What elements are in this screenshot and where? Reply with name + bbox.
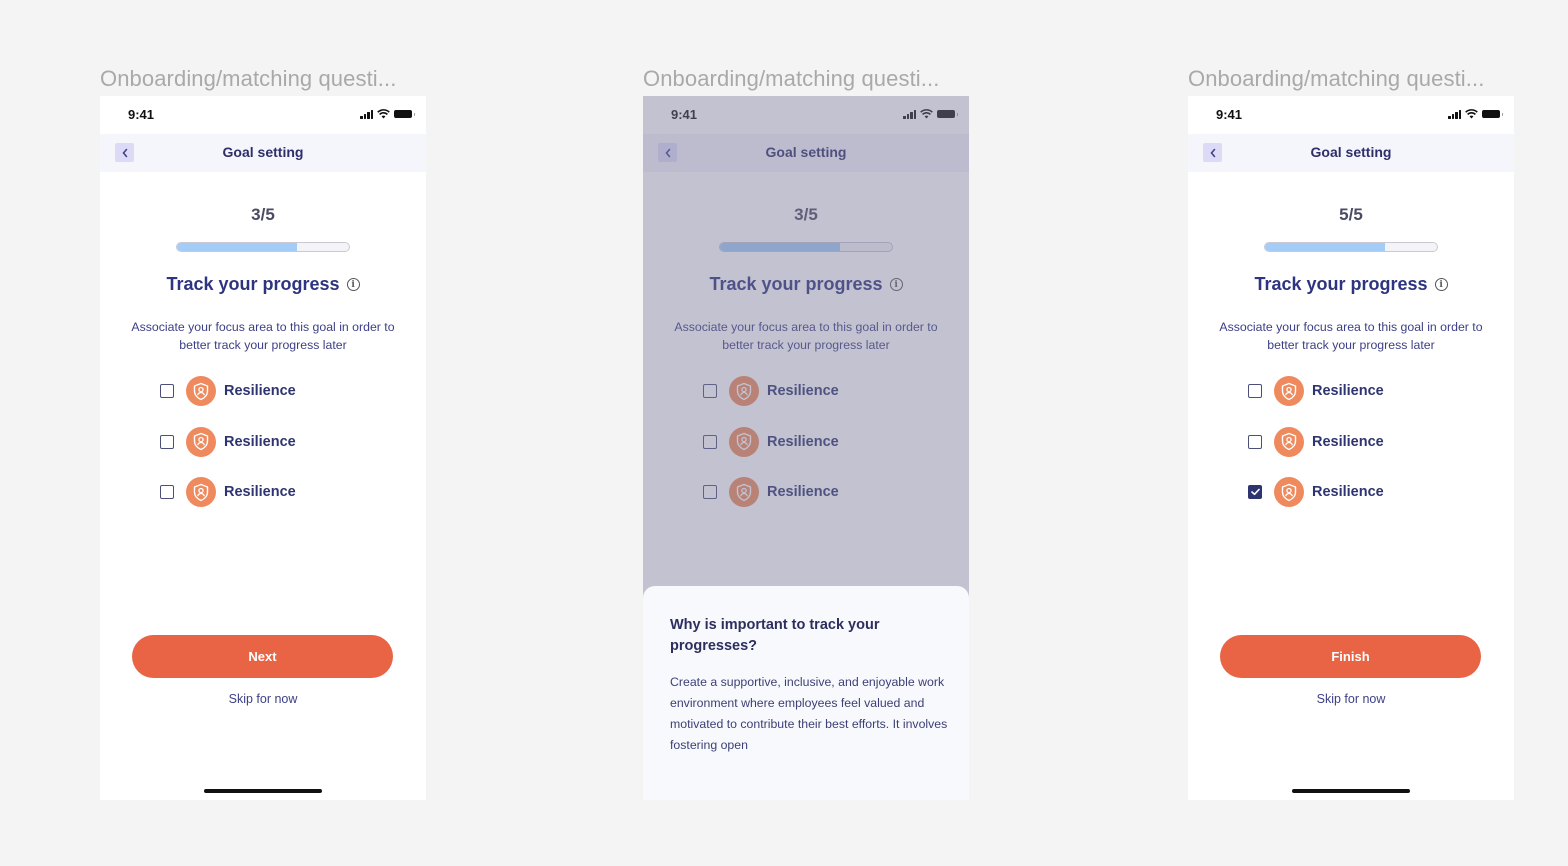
nav-bar: Goal setting <box>1188 134 1514 172</box>
shield-user-icon <box>1274 477 1304 507</box>
heading-text: Track your progress <box>1254 274 1428 294</box>
battery-icon <box>394 110 415 118</box>
progress-fill <box>1265 243 1386 251</box>
shield-user-icon <box>186 477 216 507</box>
home-indicator <box>204 789 322 793</box>
bottom-sheet: Why is important to track your progresse… <box>643 586 969 800</box>
step-counter: 3/5 <box>251 205 275 224</box>
status-bar: 9:41 <box>1188 96 1514 134</box>
description: Associate your focus area to this goal i… <box>1219 320 1483 352</box>
shield-user-icon <box>186 376 216 406</box>
description: Associate your focus area to this goal i… <box>131 320 395 352</box>
signal-icon <box>360 109 373 119</box>
option-item[interactable]: Resilience <box>1248 426 1384 457</box>
option-label: Resilience <box>1312 383 1384 399</box>
shield-user-icon <box>186 426 216 457</box>
progress-bar <box>176 242 350 252</box>
status-bar: 9:41 <box>100 96 426 134</box>
checkbox[interactable] <box>160 434 174 449</box>
option-item[interactable]: Resilience <box>160 376 296 406</box>
checkbox[interactable] <box>1248 485 1262 499</box>
option-label: Resilience <box>224 484 296 500</box>
sheet-body: Create a supportive, inclusive, and enjo… <box>670 675 948 752</box>
option-label: Resilience <box>1312 433 1384 450</box>
heading: Track your progress i <box>1188 274 1514 295</box>
option-item[interactable]: Resilience <box>160 477 296 507</box>
nav-bar: Goal setting <box>100 134 426 172</box>
info-icon[interactable]: i <box>1434 278 1448 291</box>
battery-icon <box>1482 110 1503 118</box>
checkbox[interactable] <box>1248 434 1262 449</box>
heading-text: Track your progress <box>166 274 340 294</box>
option-item[interactable]: Resilience <box>1248 477 1384 507</box>
frame-label-1: Onboarding/matching questi... <box>100 66 397 91</box>
phone-screen-2: 9:41 Goal setting 3/5 Track your progres… <box>643 96 969 800</box>
home-indicator <box>1292 789 1410 793</box>
status-time: 9:41 <box>128 107 155 122</box>
finish-button[interactable]: Finish <box>1220 635 1481 678</box>
phone-screen-3: 9:41 Goal setting 5/5 Track your progres… <box>1188 96 1514 800</box>
wifi-icon <box>1465 109 1478 119</box>
sheet-title: Why is important to track your progresse… <box>670 617 880 654</box>
option-item[interactable]: Resilience <box>1248 376 1384 406</box>
checkbox[interactable] <box>1248 384 1262 398</box>
status-time: 9:41 <box>1216 107 1243 122</box>
frame-label-2: Onboarding/matching questi... <box>643 66 940 91</box>
checkbox[interactable] <box>160 485 174 499</box>
options-list: Resilience Resilience Resilience <box>1248 376 1384 528</box>
shield-user-icon <box>1274 426 1304 457</box>
skip-link[interactable]: Skip for now <box>100 692 426 706</box>
step-counter: 5/5 <box>1339 205 1363 224</box>
check-icon <box>1250 488 1260 496</box>
progress-bar <box>1264 242 1438 252</box>
heading: Track your progress i <box>100 274 426 295</box>
progress-fill <box>177 243 298 251</box>
signal-icon <box>1448 109 1461 119</box>
frame-label-3: Onboarding/matching questi... <box>1188 66 1485 91</box>
next-button[interactable]: Next <box>132 635 393 678</box>
skip-link[interactable]: Skip for now <box>1188 692 1514 706</box>
phone-screen-1: 9:41 Goal setting 3/5 Track your progres… <box>100 96 426 800</box>
option-label: Resilience <box>1312 484 1384 500</box>
option-label: Resilience <box>224 383 296 399</box>
nav-title: Goal setting <box>1310 144 1392 160</box>
option-item[interactable]: Resilience <box>160 426 296 457</box>
checkbox[interactable] <box>160 384 174 398</box>
info-icon[interactable]: i <box>346 278 360 291</box>
option-label: Resilience <box>224 433 296 450</box>
wifi-icon <box>377 109 390 119</box>
nav-title: Goal setting <box>222 144 304 160</box>
shield-user-icon <box>1274 376 1304 406</box>
options-list: Resilience Resilience Resilience <box>160 376 296 528</box>
